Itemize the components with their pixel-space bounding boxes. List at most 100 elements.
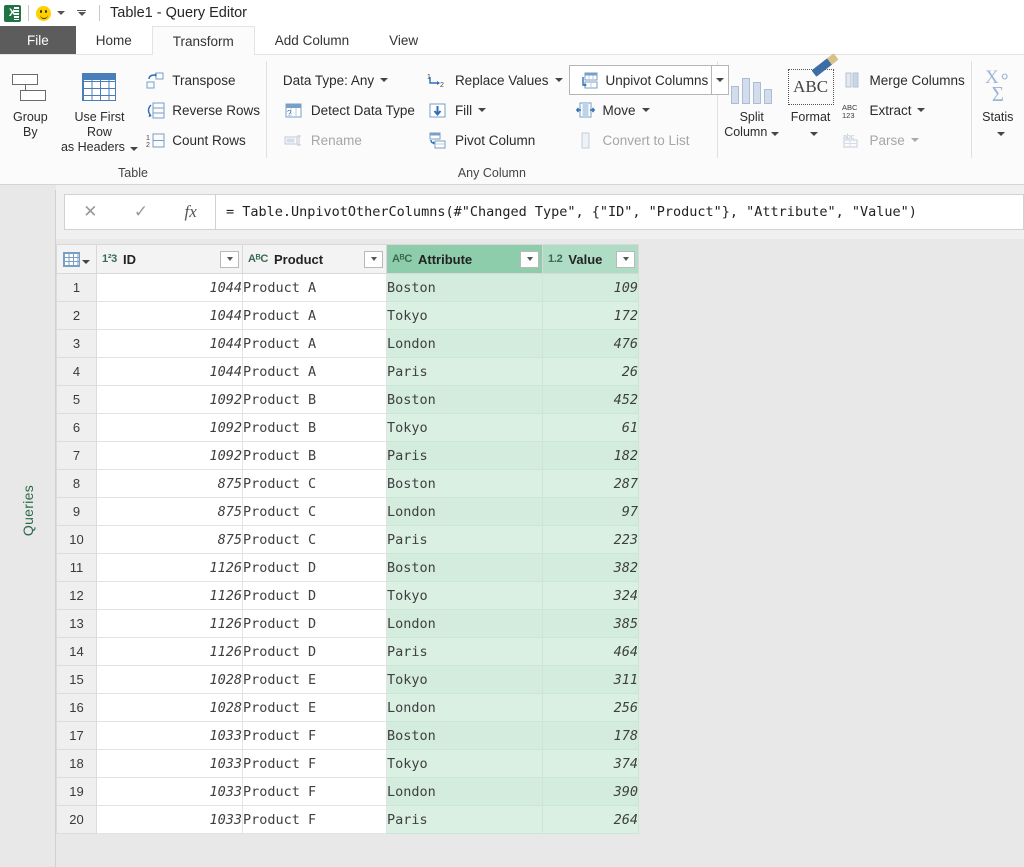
data-type-button[interactable]: Data Type: Any bbox=[277, 65, 421, 95]
table-row[interactable]: 71092Product BParis182 bbox=[57, 442, 639, 470]
cell-value[interactable]: 385 bbox=[543, 610, 639, 638]
table-row[interactable]: 61092Product BTokyo61 bbox=[57, 414, 639, 442]
formula-input[interactable]: = Table.UnpivotOtherColumns(#"Changed Ty… bbox=[216, 194, 1024, 230]
table-row[interactable]: 121126Product DTokyo324 bbox=[57, 582, 639, 610]
count-rows-button[interactable]: 12 Count Rows bbox=[138, 125, 266, 155]
replace-values-dropdown-icon[interactable] bbox=[555, 78, 563, 82]
cell-id[interactable]: 1126 bbox=[97, 554, 243, 582]
cell-product[interactable]: Product C bbox=[243, 470, 387, 498]
cell-product[interactable]: Product C bbox=[243, 526, 387, 554]
table-row[interactable]: 141126Product DParis464 bbox=[57, 638, 639, 666]
detect-data-type-button[interactable]: ? Detect Data Type bbox=[277, 95, 421, 125]
cell-attribute[interactable]: Paris bbox=[387, 358, 543, 386]
cell-value[interactable]: 452 bbox=[543, 386, 639, 414]
cell-attribute[interactable]: Paris bbox=[387, 526, 543, 554]
cell-value[interactable]: 61 bbox=[543, 414, 639, 442]
tab-transform[interactable]: Transform bbox=[152, 26, 255, 55]
table-row[interactable]: 181033Product FTokyo374 bbox=[57, 750, 639, 778]
cell-attribute[interactable]: London bbox=[387, 610, 543, 638]
cell-id[interactable]: 1126 bbox=[97, 638, 243, 666]
cell-product[interactable]: Product A bbox=[243, 274, 387, 302]
cell-product[interactable]: Product F bbox=[243, 778, 387, 806]
merge-columns-button[interactable]: Merge Columns bbox=[835, 65, 970, 95]
table-row[interactable]: 11044Product ABoston109 bbox=[57, 274, 639, 302]
cell-attribute[interactable]: Boston bbox=[387, 554, 543, 582]
cell-product[interactable]: Product D bbox=[243, 554, 387, 582]
column-header-value[interactable]: 1.2 Value bbox=[543, 245, 639, 274]
cell-id[interactable]: 1033 bbox=[97, 806, 243, 834]
column-header-product[interactable]: AᴮC Product bbox=[243, 245, 387, 274]
cell-product[interactable]: Product D bbox=[243, 610, 387, 638]
column-header-attribute[interactable]: AᴮC Attribute bbox=[387, 245, 543, 274]
format-dropdown-icon[interactable] bbox=[810, 132, 818, 136]
fill-button[interactable]: Fill bbox=[421, 95, 569, 125]
cell-attribute[interactable]: Paris bbox=[387, 442, 543, 470]
cell-attribute[interactable]: Paris bbox=[387, 638, 543, 666]
cell-product[interactable]: Product C bbox=[243, 498, 387, 526]
extract-button[interactable]: ABC123 Extract bbox=[835, 95, 970, 125]
cell-attribute[interactable]: Paris bbox=[387, 806, 543, 834]
cell-value[interactable]: 26 bbox=[543, 358, 639, 386]
table-row[interactable]: 111126Product DBoston382 bbox=[57, 554, 639, 582]
cell-value[interactable]: 178 bbox=[543, 722, 639, 750]
table-row[interactable]: 31044Product ALondon476 bbox=[57, 330, 639, 358]
reverse-rows-button[interactable]: Reverse Rows bbox=[138, 95, 266, 125]
move-button[interactable]: Move bbox=[569, 95, 729, 125]
cell-value[interactable]: 256 bbox=[543, 694, 639, 722]
cell-attribute[interactable]: Boston bbox=[387, 470, 543, 498]
cell-product[interactable]: Product B bbox=[243, 414, 387, 442]
replace-values-button[interactable]: 12 Replace Values bbox=[421, 65, 569, 95]
queries-pane[interactable]: Queries bbox=[0, 190, 56, 867]
cell-product[interactable]: Product E bbox=[243, 694, 387, 722]
table-row[interactable]: 21044Product ATokyo172 bbox=[57, 302, 639, 330]
split-column-button[interactable]: Split Column bbox=[718, 61, 786, 140]
cell-attribute[interactable]: Tokyo bbox=[387, 414, 543, 442]
statistics-dropdown-icon[interactable] bbox=[997, 132, 1005, 136]
cell-product[interactable]: Product A bbox=[243, 302, 387, 330]
id-filter-button[interactable] bbox=[220, 251, 239, 268]
cell-attribute[interactable]: Tokyo bbox=[387, 666, 543, 694]
cell-value[interactable]: 287 bbox=[543, 470, 639, 498]
smiley-face-icon[interactable] bbox=[36, 6, 51, 21]
cell-product[interactable]: Product A bbox=[243, 330, 387, 358]
cell-id[interactable]: 1044 bbox=[97, 330, 243, 358]
tab-home[interactable]: Home bbox=[76, 26, 152, 54]
cell-attribute[interactable]: Tokyo bbox=[387, 302, 543, 330]
table-row[interactable]: 9875Product CLondon97 bbox=[57, 498, 639, 526]
cell-value[interactable]: 182 bbox=[543, 442, 639, 470]
cell-id[interactable]: 1028 bbox=[97, 666, 243, 694]
cell-id[interactable]: 1126 bbox=[97, 610, 243, 638]
quick-access-toolbar-dropdown-icon[interactable] bbox=[77, 10, 86, 17]
cell-product[interactable]: Product F bbox=[243, 722, 387, 750]
cell-id[interactable]: 1092 bbox=[97, 442, 243, 470]
table-row[interactable]: 41044Product AParis26 bbox=[57, 358, 639, 386]
cell-attribute[interactable]: Boston bbox=[387, 386, 543, 414]
cell-product[interactable]: Product F bbox=[243, 806, 387, 834]
table-row[interactable]: 131126Product DLondon385 bbox=[57, 610, 639, 638]
data-type-dropdown-icon[interactable] bbox=[380, 78, 388, 82]
cell-value[interactable]: 324 bbox=[543, 582, 639, 610]
tab-view[interactable]: View bbox=[369, 26, 438, 54]
unpivot-columns-button[interactable]: Unpivot Columns bbox=[569, 65, 729, 95]
cell-id[interactable]: 1044 bbox=[97, 274, 243, 302]
table-row[interactable]: 171033Product FBoston178 bbox=[57, 722, 639, 750]
cell-id[interactable]: 875 bbox=[97, 498, 243, 526]
cell-attribute[interactable]: Boston bbox=[387, 274, 543, 302]
cell-product[interactable]: Product E bbox=[243, 666, 387, 694]
extract-dropdown-icon[interactable] bbox=[917, 108, 925, 112]
cell-id[interactable]: 1092 bbox=[97, 386, 243, 414]
cell-product[interactable]: Product B bbox=[243, 442, 387, 470]
attribute-filter-button[interactable] bbox=[520, 251, 539, 268]
tab-add-column[interactable]: Add Column bbox=[255, 26, 369, 54]
format-button[interactable]: ABC Format bbox=[786, 61, 836, 155]
cell-product[interactable]: Product D bbox=[243, 582, 387, 610]
cell-attribute[interactable]: Tokyo bbox=[387, 582, 543, 610]
cell-id[interactable]: 1033 bbox=[97, 750, 243, 778]
checkmark-icon[interactable]: ✓ bbox=[134, 202, 148, 222]
cell-value[interactable]: 97 bbox=[543, 498, 639, 526]
cell-value[interactable]: 264 bbox=[543, 806, 639, 834]
fill-dropdown-icon[interactable] bbox=[478, 108, 486, 112]
transpose-button[interactable]: Transpose bbox=[138, 65, 266, 95]
cell-attribute[interactable]: London bbox=[387, 778, 543, 806]
cell-attribute[interactable]: Boston bbox=[387, 722, 543, 750]
